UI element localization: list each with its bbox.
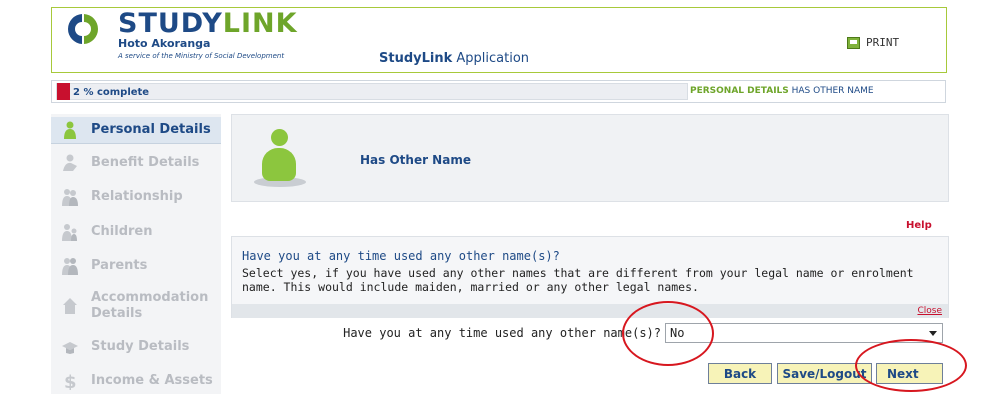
print-label: PRINT [866,36,900,49]
back-button[interactable]: Back [708,363,772,384]
info-body: Select yes, if you have used any other n… [242,266,914,294]
chevron-down-icon [929,331,937,336]
page-title: Has Other Name [360,153,471,167]
logo-subtitle: Hoto Akoranga [118,37,211,50]
sidebar-item-label: Income & Assets [91,373,213,388]
relationship-icon [61,188,79,206]
close-link[interactable]: Close [917,306,942,316]
question-label: Have you at any time used any other name… [343,326,661,340]
other-name-select[interactable]: No [665,323,943,343]
sidebar-item-label: Accommodation Details [91,290,209,321]
sidebar-item-study-details[interactable]: Study Details [51,334,221,360]
breadcrumb: PERSONAL DETAILS HAS OTHER NAME [690,86,874,96]
question-row: Have you at any time used any other name… [231,323,949,345]
svg-text:$: $ [64,372,77,390]
info-footer-bar: Close [232,304,948,318]
select-value: No [670,326,685,340]
person-icon [61,121,79,139]
studylink-logo-icon [67,14,99,44]
dollar-icon: $ [61,372,79,393]
app-title: StudyLink Application [379,51,529,66]
app-header: STUDYLINK Hoto Akoranga A service of the… [51,7,947,73]
logo-study-text: STUDY [118,8,223,39]
graduation-cap-icon [61,338,79,356]
logo-tagline: A service of the Ministry of Social Deve… [118,52,285,60]
person-icon [262,129,296,181]
breadcrumb-page: HAS OTHER NAME [788,86,874,96]
save-logout-button[interactable]: Save/Logout [777,363,872,384]
print-link[interactable]: PRINT [847,36,899,49]
sidebar-item-benefit-details[interactable]: Benefit Details [51,150,221,176]
info-question: Have you at any time used any other name… [242,249,560,263]
progress-fill [57,83,70,100]
children-icon [61,223,79,241]
help-info-box: Have you at any time used any other name… [231,236,949,318]
sidebar-item-children[interactable]: Children [51,219,221,245]
breadcrumb-section: PERSONAL DETAILS [690,86,789,96]
next-button[interactable]: Next [876,363,943,384]
sidebar-item-label: Relationship [91,189,183,204]
sidebar-item-personal-details[interactable]: Personal Details [51,117,221,144]
sidebar-item-label: Personal Details [91,122,211,137]
progress-text: 2 % complete [73,87,150,98]
sidebar-item-relationship[interactable]: Relationship [51,184,221,210]
sidebar-item-label: Parents [91,258,148,273]
sidebar-nav: Personal Details Benefit Details Relatio… [51,114,221,394]
section-header: Has Other Name [231,114,949,202]
sidebar-item-parents[interactable]: Parents [51,253,221,279]
benefit-icon [61,154,79,172]
printer-icon [847,36,860,49]
parents-icon [61,257,79,275]
sidebar-item-income-assets[interactable]: $ Income & Assets [51,368,221,394]
sidebar-item-label: Benefit Details [91,155,200,170]
app-title-rest: Application [452,51,530,66]
progress-panel: 2 % complete PERSONAL DETAILS HAS OTHER … [51,80,946,103]
app-title-bold: StudyLink [379,51,453,66]
logo-link-text: LINK [222,8,298,39]
logo-wordmark: STUDYLINK [118,8,298,39]
sidebar-item-label: Study Details [91,339,190,354]
sidebar-item-label: Children [91,224,153,239]
sidebar-item-accommodation-details[interactable]: Accommodation Details [51,286,221,326]
progress-bar: 2 % complete [56,83,688,100]
help-link[interactable]: Help [906,220,932,231]
house-icon [61,297,79,315]
